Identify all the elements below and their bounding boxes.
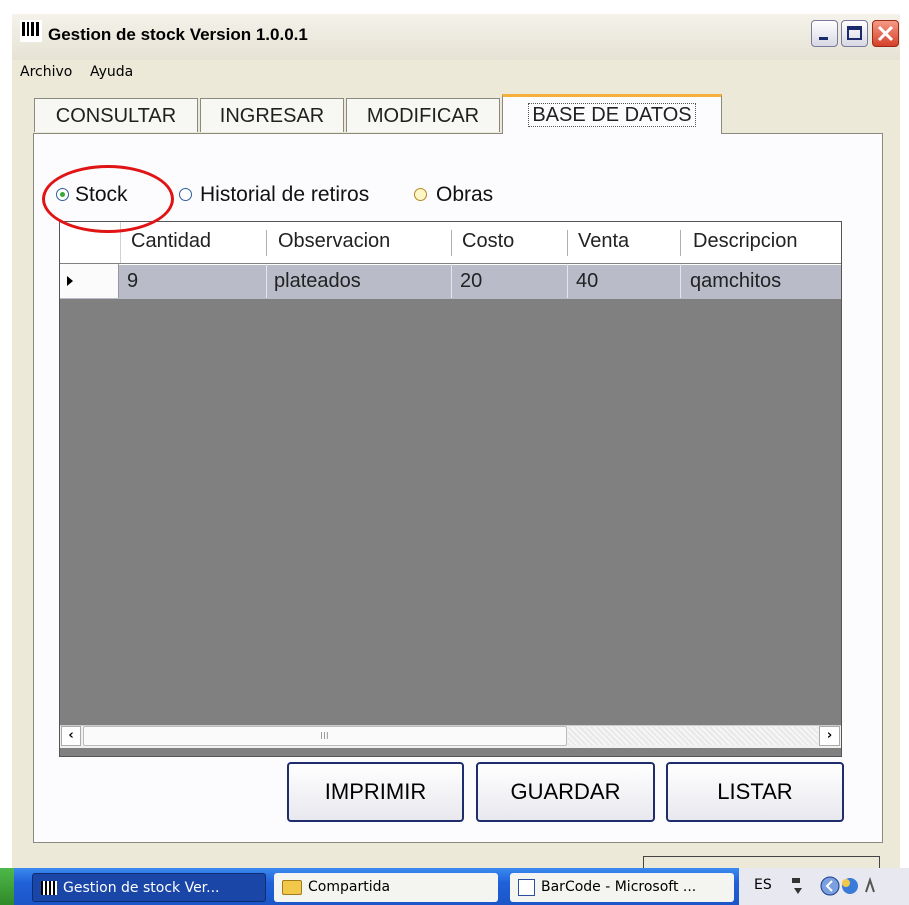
column-divider[interactable] [266,230,267,256]
column-divider[interactable] [567,230,568,256]
taskbar-item-compartida[interactable]: Compartida [274,873,498,902]
radio-historial-label[interactable]: Historial de retiros [200,183,369,207]
window-title: Gestion de stock Version 1.0.0.1 [48,25,308,44]
scroll-right-button[interactable]: › [819,726,840,746]
column-header-observacion[interactable]: Observacion [278,230,390,253]
scroll-thumb-grip: III [320,731,329,742]
red-highlight-circle [42,165,174,233]
tray-icons [790,874,900,902]
window-left-border [0,0,12,868]
column-header-cantidad[interactable]: Cantidad [131,230,211,253]
maximize-icon [847,26,862,40]
cell-divider [567,264,568,298]
guardar-button[interactable]: GUARDAR [476,762,655,822]
barcode-icon [41,881,57,895]
tab-consultar[interactable]: CONSULTAR [34,98,198,132]
imprimir-button[interactable]: IMPRIMIR [287,762,464,822]
column-divider[interactable] [451,230,452,256]
cell-divider [451,264,452,298]
radio-obras-label[interactable]: Obras [436,183,493,207]
radio-historial[interactable] [179,188,192,201]
barcode-icon [20,20,42,42]
menu-bar [12,60,900,90]
tab-modificar[interactable]: MODIFICAR [346,98,500,132]
cell-observacion[interactable]: plateados [274,270,361,293]
tab-ingresar[interactable]: INGRESAR [200,98,344,132]
data-grid[interactable] [59,221,842,757]
cell-costo[interactable]: 20 [460,270,482,293]
language-indicator[interactable]: ES [754,877,772,893]
cell-cantidad[interactable]: 9 [127,270,138,293]
taskbar-item-gestion[interactable]: Gestion de stock Ver... [32,873,266,902]
scroll-track[interactable] [568,727,818,745]
column-header-costo[interactable]: Costo [462,230,514,253]
column-divider[interactable] [680,230,681,256]
current-row-arrow-icon [67,276,73,286]
taskbar-item-label: BarCode - Microsoft ... [541,879,697,895]
scroll-left-button[interactable]: ‹ [61,726,81,746]
menu-ayuda[interactable]: Ayuda [90,64,133,80]
chevron-left-icon: ‹ [68,728,74,743]
column-header-venta[interactable]: Venta [578,230,629,253]
column-header-descripcion[interactable]: Descripcion [693,230,797,253]
close-icon [877,25,894,42]
cell-divider [680,264,681,298]
folder-icon [282,879,302,895]
menu-archivo[interactable]: Archivo [20,64,72,80]
word-document-icon [518,878,535,896]
start-button[interactable] [0,868,14,905]
taskbar-item-label: Compartida [308,879,391,895]
minimize-icon [819,37,828,40]
maximize-button[interactable] [841,20,868,47]
tab-base-de-datos-label: BASE DE DATOS [528,103,696,127]
radio-obras[interactable] [414,188,427,201]
taskbar-item-label: Gestion de stock Ver... [63,880,220,896]
cell-divider [266,264,267,298]
minimize-button[interactable] [811,20,838,47]
chevron-right-icon: › [826,728,833,743]
close-button[interactable] [872,20,899,47]
taskbar-item-barcode[interactable]: BarCode - Microsoft ... [510,873,734,902]
tab-base-de-datos[interactable]: BASE DE DATOS [502,94,722,134]
cell-venta[interactable]: 40 [576,270,598,293]
cell-descripcion[interactable]: qamchitos [690,270,781,293]
listar-button[interactable]: LISTAR [666,762,844,822]
